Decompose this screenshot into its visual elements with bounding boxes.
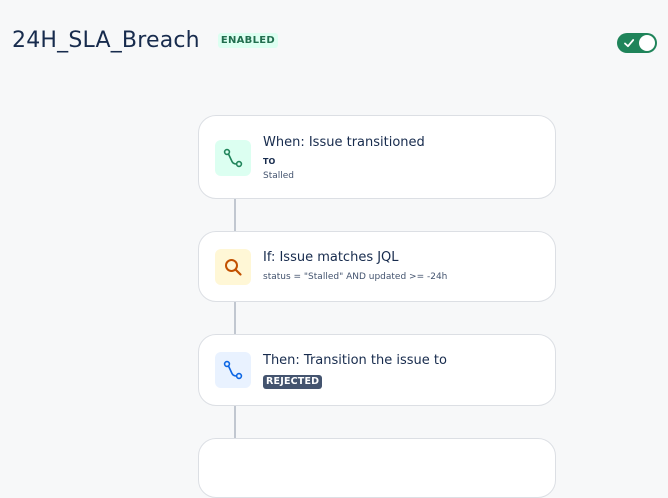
trigger-icon-box: [215, 140, 251, 176]
rule-enabled-toggle[interactable]: [617, 33, 657, 53]
condition-icon-box: [215, 249, 251, 285]
flow-connector: [234, 405, 236, 439]
search-icon: [225, 259, 242, 276]
status-lozenge: REJECTED: [263, 375, 323, 389]
trigger-detail: Stalled: [263, 171, 295, 181]
next-component-card[interactable]: [198, 438, 556, 498]
check-icon: [624, 39, 635, 48]
condition-title: If: Issue matches JQL: [263, 250, 399, 265]
toggle-knob: [639, 35, 655, 51]
rule-title: 24H_SLA_Breach: [12, 28, 200, 53]
action-title: Then: Transition the issue to: [263, 353, 447, 368]
action-card[interactable]: Then: Transition the issue to REJECTED: [198, 334, 556, 406]
trigger-text: When: Issue transitioned TO Stalled: [263, 135, 545, 183]
action-text: Then: Transition the issue to REJECTED: [263, 353, 545, 389]
status-badge: ENABLED: [217, 33, 278, 48]
trigger-label: TO: [263, 157, 276, 166]
trigger-title: When: Issue transitioned: [263, 135, 425, 150]
condition-text: If: Issue matches JQL status = "Stalled"…: [263, 250, 545, 284]
flow-connector: [234, 301, 236, 335]
condition-jql: status = "Stalled" AND updated >= -24h: [263, 272, 448, 282]
flow-connector: [234, 198, 236, 232]
rule-header: 24H_SLA_Breach ENABLED: [12, 28, 278, 53]
trigger-card[interactable]: When: Issue transitioned TO Stalled: [198, 115, 556, 199]
branch-icon: [223, 148, 243, 168]
transition-icon: [223, 360, 243, 380]
condition-card[interactable]: If: Issue matches JQL status = "Stalled"…: [198, 231, 556, 302]
action-icon-box: [215, 352, 251, 388]
